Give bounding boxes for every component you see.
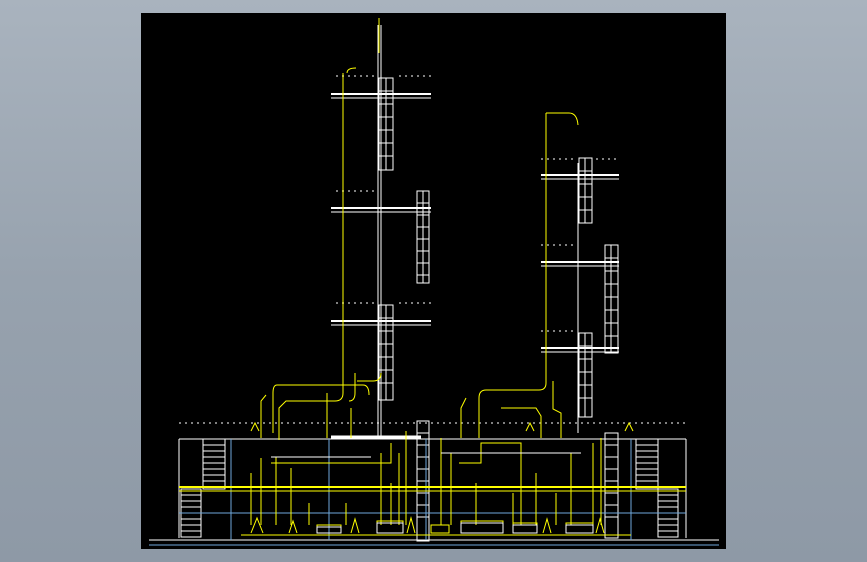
drawing-viewport[interactable]	[141, 13, 726, 549]
equipment-outlines	[271, 452, 594, 534]
grid-lines	[149, 439, 719, 546]
cad-elevation-drawing	[149, 18, 719, 546]
base-frame-structure	[149, 420, 719, 542]
